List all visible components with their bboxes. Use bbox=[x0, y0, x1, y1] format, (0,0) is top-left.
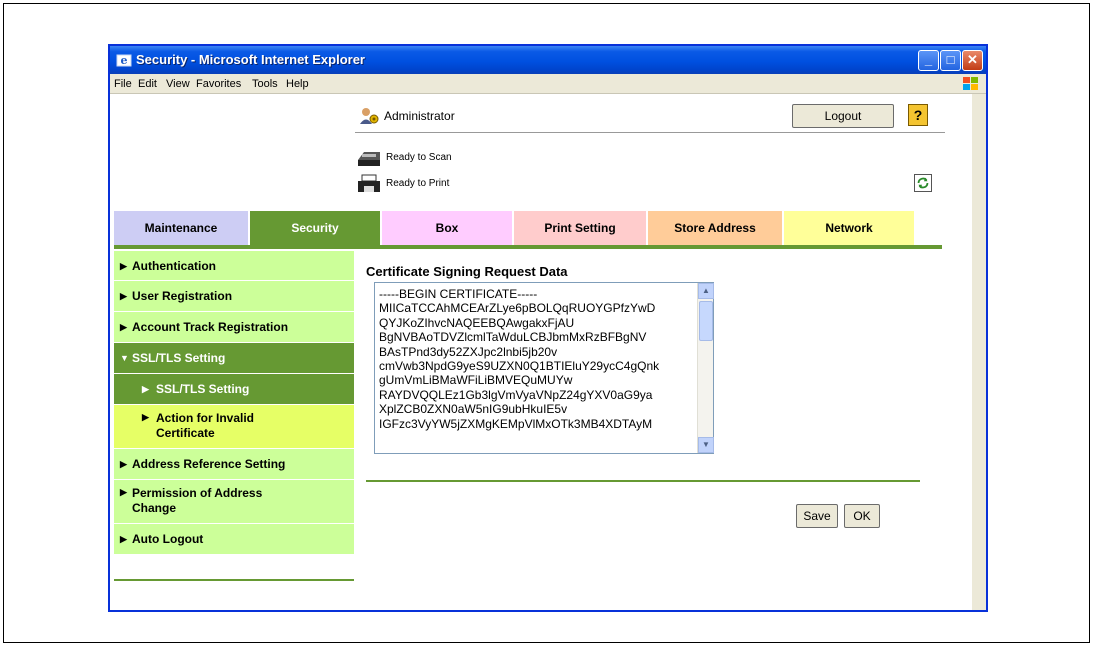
sidebar-item-account-track-registration[interactable]: ▶ Account Track Registration bbox=[114, 312, 354, 343]
scroll-up-icon[interactable]: ▲ bbox=[698, 283, 714, 299]
sidebar: ▶ Authentication ▶ User Registration ▶ A… bbox=[114, 251, 354, 595]
vertical-scrollbar[interactable]: ▲ ▼ bbox=[697, 283, 714, 453]
window-title: Security - Microsoft Internet Explorer bbox=[136, 52, 365, 67]
tab-maintenance[interactable]: Maintenance bbox=[114, 211, 248, 245]
menu-tools[interactable]: Tools bbox=[252, 78, 278, 90]
content-divider bbox=[366, 480, 920, 482]
sidebar-item-label: Action for Invalid Certificate bbox=[156, 411, 255, 440]
logout-button[interactable]: Logout bbox=[792, 104, 894, 128]
menu-edit[interactable]: Edit bbox=[138, 78, 157, 90]
scroll-down-icon[interactable]: ▼ bbox=[698, 437, 714, 453]
printer-icon bbox=[358, 174, 380, 192]
triangle-right-icon: ▶ bbox=[120, 534, 127, 544]
maximize-button[interactable]: □ bbox=[940, 50, 961, 71]
sidebar-item-label: Account Track Registration bbox=[132, 320, 289, 334]
minimize-button[interactable]: _ bbox=[918, 50, 939, 71]
tab-underline bbox=[114, 245, 942, 249]
tab-security[interactable]: Security bbox=[250, 211, 380, 245]
menu-bar: File Edit View Favorites Tools Help bbox=[110, 74, 986, 94]
sidebar-item-label: Authentication bbox=[132, 259, 216, 273]
triangle-right-icon: ▶ bbox=[120, 291, 127, 301]
save-button[interactable]: Save bbox=[796, 504, 838, 528]
ok-button[interactable]: OK bbox=[844, 504, 880, 528]
sidebar-item-label: Auto Logout bbox=[132, 532, 204, 546]
tab-print-setting[interactable]: Print Setting bbox=[514, 211, 646, 245]
help-icon[interactable]: ? bbox=[908, 104, 928, 126]
scan-status: Ready to Scan bbox=[386, 152, 452, 163]
page-content: Administrator Logout ? Ready to Scan Rea… bbox=[110, 94, 986, 610]
header-divider bbox=[355, 132, 945, 133]
close-button[interactable]: ✕ bbox=[962, 50, 983, 71]
triangle-right-icon: ▶ bbox=[120, 322, 127, 332]
sidebar-subitem-action-invalid-certificate[interactable]: ▶ Action for Invalid Certificate bbox=[114, 405, 354, 449]
title-bar[interactable]: e Security - Microsoft Internet Explorer… bbox=[110, 46, 986, 74]
sidebar-item-authentication[interactable]: ▶ Authentication bbox=[114, 251, 354, 281]
sidebar-item-label: SSL/TLS Setting bbox=[132, 351, 226, 365]
triangle-down-icon: ▼ bbox=[120, 353, 129, 363]
sidebar-divider bbox=[114, 579, 354, 581]
triangle-right-icon: ▶ bbox=[120, 459, 127, 469]
page-title: Certificate Signing Request Data bbox=[366, 264, 568, 279]
ie-icon: e bbox=[116, 54, 132, 67]
menu-file[interactable]: File bbox=[114, 78, 132, 90]
sidebar-item-auto-logout[interactable]: ▶ Auto Logout bbox=[114, 524, 354, 555]
sidebar-item-label: Address Reference Setting bbox=[132, 457, 286, 471]
sidebar-item-ssl-tls-setting[interactable]: ▼ SSL/TLS Setting bbox=[114, 343, 354, 374]
sidebar-item-user-registration[interactable]: ▶ User Registration bbox=[114, 281, 354, 312]
scanner-icon bbox=[358, 152, 380, 166]
scroll-thumb[interactable] bbox=[699, 301, 713, 341]
windows-logo-icon bbox=[963, 77, 978, 90]
sidebar-subitem-ssl-tls-setting[interactable]: ▶ SSL/TLS Setting bbox=[114, 374, 354, 405]
menu-help[interactable]: Help bbox=[286, 78, 309, 90]
menu-view[interactable]: View bbox=[166, 78, 190, 90]
csr-text[interactable]: -----BEGIN CERTIFICATE----- MIICaTCCAhMC… bbox=[379, 287, 697, 451]
triangle-right-icon: ▶ bbox=[142, 412, 149, 422]
triangle-right-icon: ▶ bbox=[120, 261, 127, 271]
sidebar-item-label: Permission of Address Change bbox=[132, 486, 263, 515]
tab-strip: Maintenance Security Box Print Setting S… bbox=[114, 211, 942, 245]
browser-window: e Security - Microsoft Internet Explorer… bbox=[108, 44, 988, 612]
refresh-icon[interactable] bbox=[914, 174, 932, 192]
sidebar-item-label: User Registration bbox=[132, 289, 233, 303]
svg-text:e: e bbox=[121, 54, 128, 67]
menu-favorites[interactable]: Favorites bbox=[196, 78, 241, 90]
administrator-icon bbox=[360, 108, 379, 124]
tab-store-address[interactable]: Store Address bbox=[648, 211, 782, 245]
print-status: Ready to Print bbox=[386, 178, 450, 189]
triangle-right-icon: ▶ bbox=[120, 487, 127, 497]
tab-network[interactable]: Network bbox=[784, 211, 914, 245]
user-name: Administrator bbox=[384, 109, 455, 123]
tab-box[interactable]: Box bbox=[382, 211, 512, 245]
sidebar-item-label: SSL/TLS Setting bbox=[156, 382, 250, 396]
sidebar-item-permission-address-change[interactable]: ▶ Permission of Address Change bbox=[114, 480, 354, 524]
sidebar-item-address-reference-setting[interactable]: ▶ Address Reference Setting bbox=[114, 449, 354, 480]
triangle-right-icon: ▶ bbox=[142, 384, 149, 394]
csr-textarea[interactable]: -----BEGIN CERTIFICATE----- MIICaTCCAhMC… bbox=[374, 282, 714, 454]
